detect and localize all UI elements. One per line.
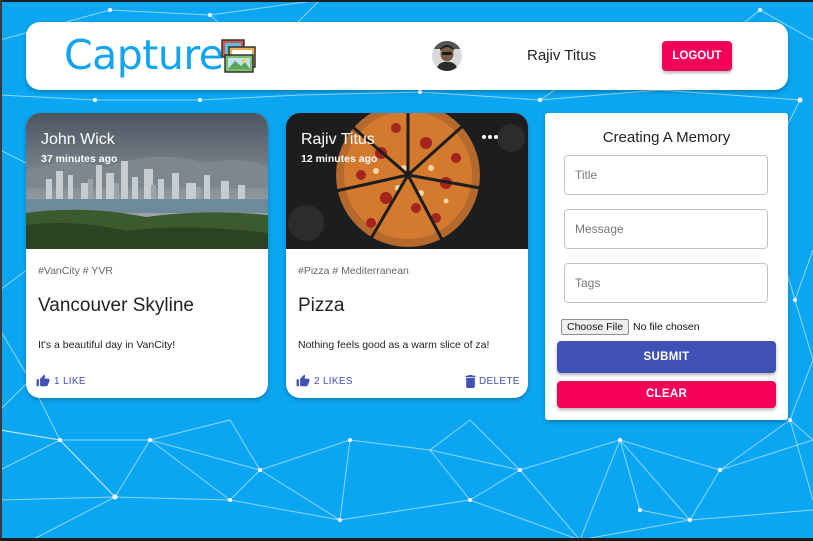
post-card: John Wick 37 minutes ago #VanCity # YVR … (26, 113, 268, 398)
logout-button[interactable]: LOGOUT (662, 41, 732, 71)
post-message: Nothing feels good as a warm slice of za… (298, 339, 490, 351)
app-bar: Capture Rajiv Titus LOGOUT (26, 22, 788, 90)
tags-input[interactable] (564, 263, 768, 303)
like-count-label: 1 LIKE (54, 375, 86, 387)
user-name: Rajiv Titus (527, 47, 597, 64)
post-time: 37 minutes ago (41, 153, 118, 165)
post-card: Rajiv Titus 12 minutes ago #Pizza # Medi… (286, 113, 528, 398)
message-input[interactable] (564, 209, 768, 249)
delete-button[interactable]: DELETE (465, 373, 520, 389)
file-picker: Choose File No file chosen (561, 319, 700, 335)
post-message: It's a beautiful day in VanCity! (38, 339, 176, 351)
file-status: No file chosen (633, 321, 700, 333)
title-input[interactable] (564, 155, 768, 195)
window-frame-top (0, 0, 813, 2)
post-title: Pizza (298, 295, 345, 316)
form-heading: Creating A Memory (602, 129, 731, 146)
window-frame-left (0, 0, 2, 541)
post-author: John Wick (41, 131, 115, 148)
photo-gallery-icon (221, 39, 256, 73)
choose-file-button[interactable]: Choose File (561, 319, 630, 335)
thumb-up-icon (36, 374, 50, 387)
post-tags: #Pizza # Mediterranean (298, 265, 409, 277)
memory-form: Creating A Memory Choose File No file ch… (545, 113, 788, 420)
avatar-image (432, 41, 462, 71)
like-button[interactable]: 2 LIKES (296, 373, 353, 389)
post-author: Rajiv Titus (301, 131, 375, 148)
post-time: 12 minutes ago (301, 153, 378, 165)
post-tags: #VanCity # YVR (38, 265, 113, 277)
post-title: Vancouver Skyline (38, 295, 194, 316)
trash-icon (465, 374, 476, 388)
more-horiz-icon[interactable] (479, 130, 501, 144)
clear-button[interactable]: CLEAR (557, 381, 776, 408)
brand-title[interactable]: Capture (64, 31, 224, 79)
like-count-label: 2 LIKES (314, 375, 353, 387)
submit-button[interactable]: SUBMIT (557, 341, 776, 373)
avatar[interactable] (432, 41, 462, 71)
thumb-up-icon (296, 374, 310, 387)
delete-label: DELETE (479, 375, 520, 387)
like-button[interactable]: 1 LIKE (36, 373, 86, 389)
